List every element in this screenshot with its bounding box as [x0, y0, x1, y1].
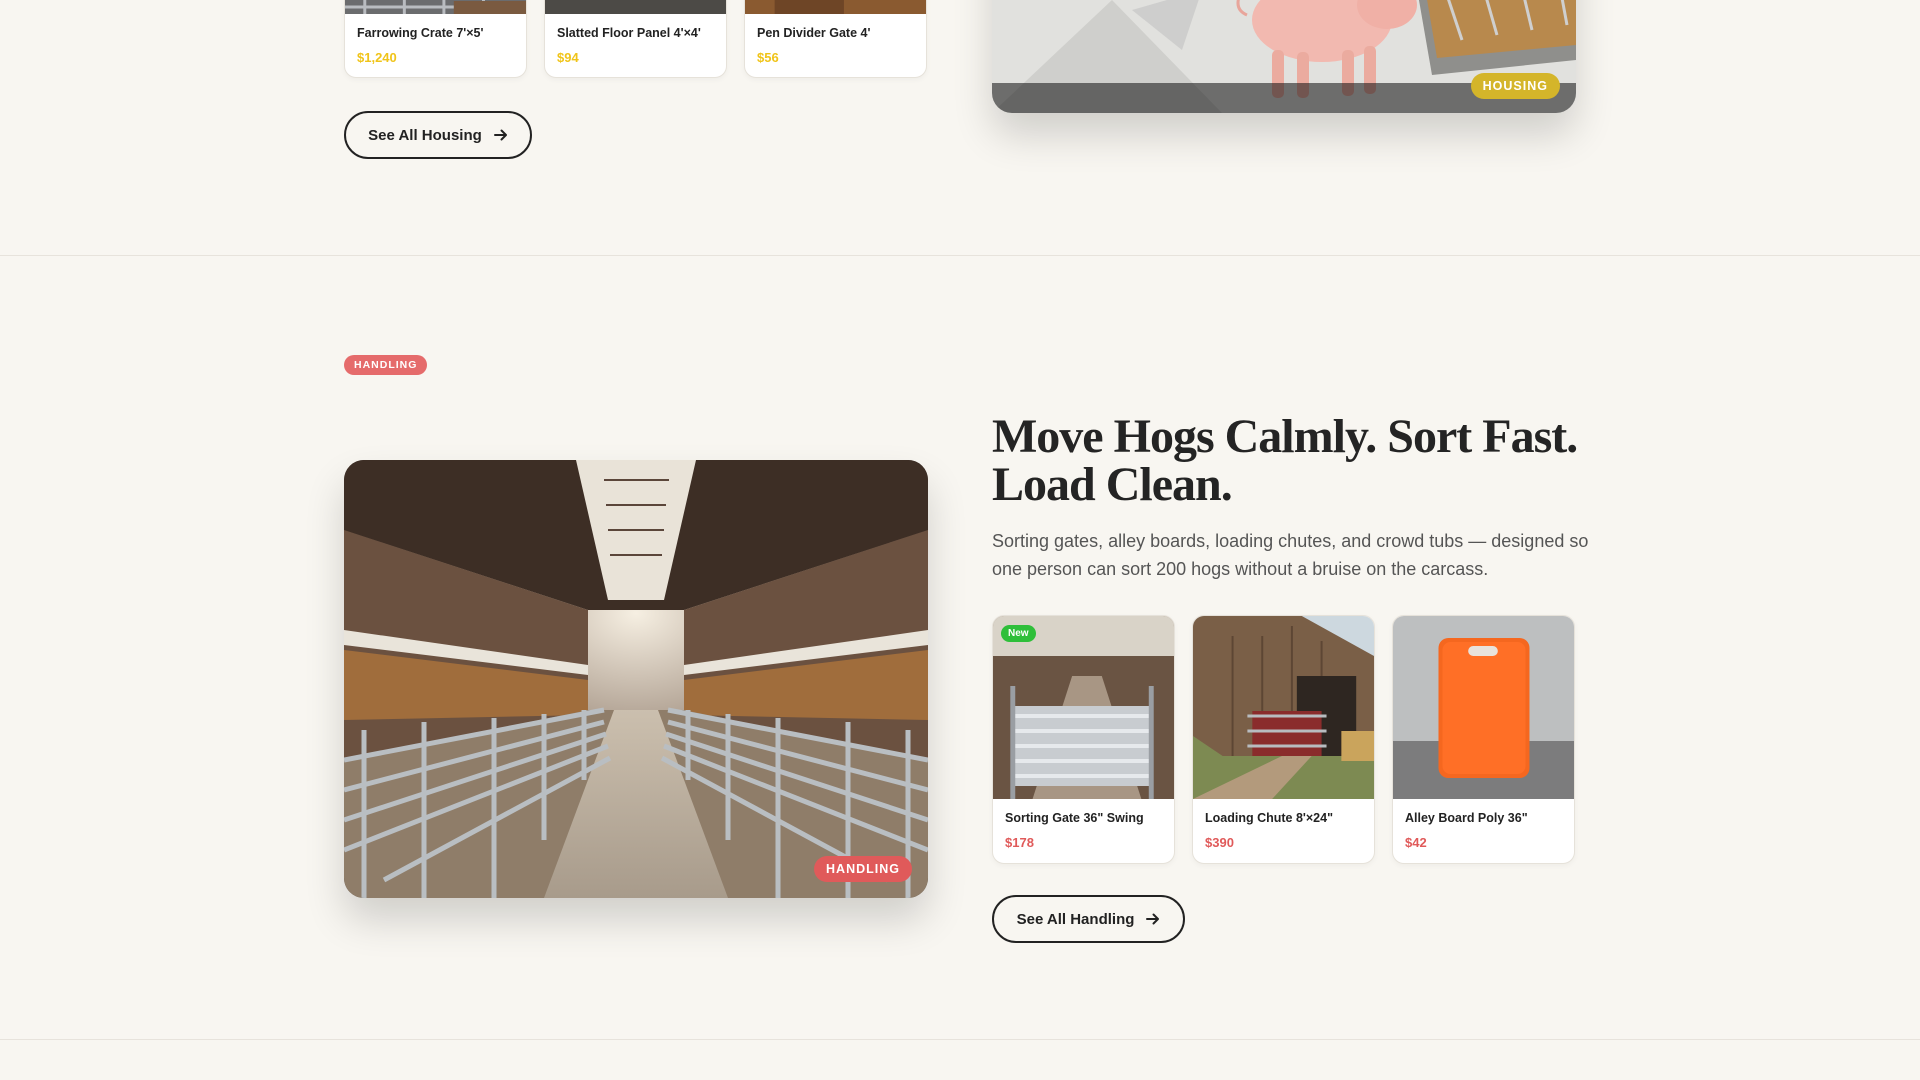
- product-price: $94: [557, 50, 579, 65]
- product-image: [1193, 616, 1374, 799]
- section-divider: [0, 1039, 1920, 1040]
- product-card-slatted-floor-panel[interactable]: Slatted Floor Panel 4'×4' $94: [544, 0, 727, 78]
- handling-feature-image: HANDLING: [344, 460, 928, 898]
- product-image: [745, 0, 926, 14]
- product-name: Loading Chute 8'×24": [1205, 811, 1334, 825]
- product-name: Slatted Floor Panel 4'×4': [557, 26, 701, 40]
- product-card-sorting-gate[interactable]: New Sorting Gate 36" Swing $178: [992, 615, 1175, 864]
- housing-feature-image: HOUSING: [992, 0, 1576, 113]
- product-card-loading-chute[interactable]: Loading Chute 8'×24" $390: [1192, 615, 1375, 864]
- see-all-handling-button[interactable]: See All Handling: [992, 895, 1185, 943]
- product-price: $1,240: [357, 50, 397, 65]
- product-price: $56: [757, 50, 779, 65]
- product-image: New: [993, 616, 1174, 799]
- product-price: $42: [1405, 835, 1427, 850]
- see-all-housing-button[interactable]: See All Housing: [344, 111, 532, 159]
- product-image: [1393, 616, 1574, 799]
- product-card-farrowing-crate[interactable]: Farrowing Crate 7'×5' $1,240: [344, 0, 527, 78]
- see-all-housing-label: See All Housing: [368, 126, 482, 144]
- arrow-right-icon: [1146, 912, 1160, 926]
- see-all-handling-label: See All Handling: [1016, 910, 1135, 928]
- product-card-alley-board[interactable]: Alley Board Poly 36" $42: [1392, 615, 1575, 864]
- product-price: $390: [1205, 835, 1234, 850]
- product-name: Alley Board Poly 36": [1405, 811, 1528, 825]
- section-pill-handling: HANDLING: [344, 355, 428, 375]
- product-name: Farrowing Crate 7'×5': [357, 26, 484, 40]
- product-name: Sorting Gate 36" Swing: [1005, 811, 1144, 825]
- product-card-pen-divider-gate[interactable]: Pen Divider Gate 4' $56: [744, 0, 927, 78]
- handling-description: Sorting gates, alley boards, loading chu…: [992, 531, 1589, 579]
- product-image: [545, 0, 726, 14]
- handling-headline: Move Hogs Calmly. Sort Fast. Load Clean.: [992, 410, 1578, 511]
- arrow-right-icon: [493, 128, 508, 142]
- housing-image-tag: HOUSING: [1470, 73, 1560, 99]
- new-badge: New: [1001, 625, 1036, 642]
- product-price: $178: [1005, 835, 1034, 850]
- section-divider: [0, 255, 1920, 256]
- product-image: [345, 0, 526, 14]
- handling-image-tag: HANDLING: [814, 856, 912, 882]
- product-name: Pen Divider Gate 4': [757, 26, 871, 40]
